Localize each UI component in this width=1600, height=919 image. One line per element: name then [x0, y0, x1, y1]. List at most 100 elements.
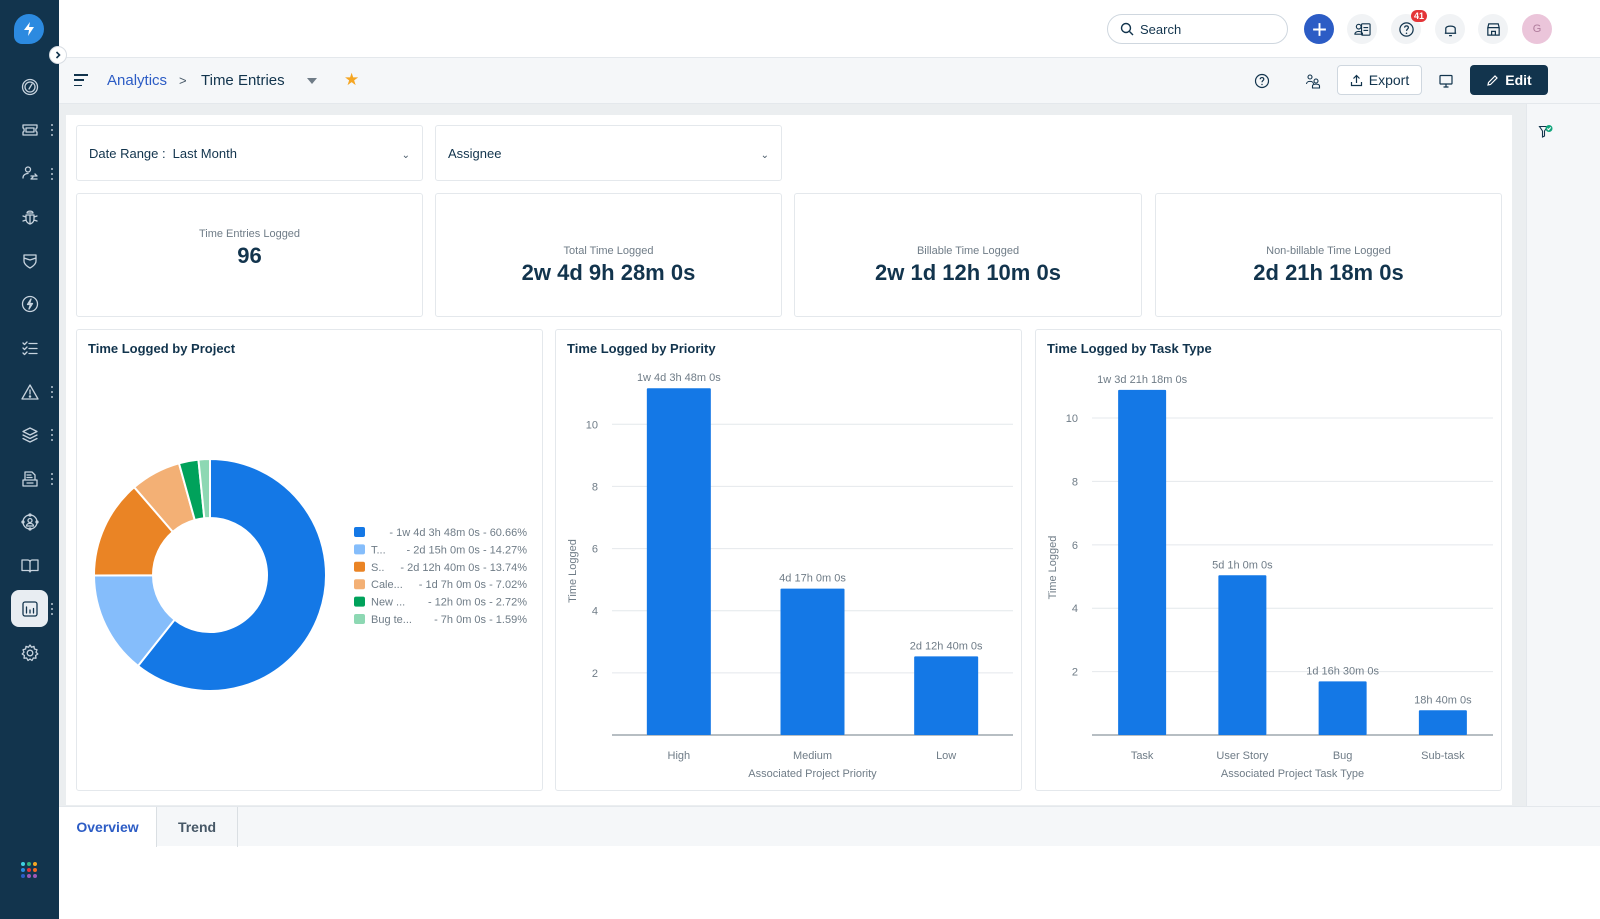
- bar-data-label: 1w 3d 21h 18m 0s: [1097, 374, 1187, 386]
- y-tick-label: 8: [1072, 476, 1078, 488]
- report-help-button[interactable]: [1253, 72, 1271, 90]
- bar[interactable]: [914, 656, 979, 735]
- marketplace-button[interactable]: [1478, 14, 1508, 44]
- sidebar: [0, 0, 59, 919]
- x-tick-label: Medium: [793, 750, 832, 762]
- breadcrumb-analytics-link[interactable]: Analytics: [107, 72, 167, 89]
- presentation-mode-button[interactable]: [1437, 72, 1455, 90]
- sidebar-item-more-icon[interactable]: [50, 603, 54, 615]
- legend-label: Cale...: [371, 579, 403, 591]
- bar[interactable]: [1218, 575, 1267, 735]
- favorite-star-icon[interactable]: ★: [344, 70, 359, 90]
- apps-switcher-icon[interactable]: [21, 862, 37, 878]
- ticket-icon: [21, 123, 38, 136]
- document-icon: [21, 470, 38, 487]
- sidebar-item-alert[interactable]: [11, 373, 48, 410]
- y-tick-label: 10: [1066, 413, 1078, 425]
- bar[interactable]: [646, 388, 711, 735]
- donut-chart: - 1w 4d 3h 48m 0s - 60.66%T... - 2d 15h 0…: [92, 457, 527, 692]
- help-button[interactable]: 41: [1391, 10, 1427, 44]
- filter-check-icon: [1538, 125, 1553, 138]
- bolt-icon: [21, 295, 38, 312]
- sidebar-item-more-icon[interactable]: [50, 473, 54, 485]
- share-button[interactable]: [1304, 72, 1322, 90]
- x-tick-label: User Story: [1216, 750, 1268, 762]
- apps-dot: [21, 874, 25, 878]
- sidebar-item-people[interactable]: [11, 503, 48, 540]
- people-icon: [20, 512, 39, 531]
- sidebar-item-more-icon[interactable]: [50, 168, 54, 180]
- bar[interactable]: [780, 588, 845, 735]
- y-tick-label: 4: [592, 606, 598, 618]
- layers-icon: [21, 426, 38, 443]
- tab-label: Overview: [76, 819, 139, 835]
- bar-chart-task-type: 2 4 6 8 10 1w 3d 21h 18m 0s Task 5d 1h 0m 0s Use…: [1047, 374, 1493, 780]
- date-range-filter[interactable]: Date Range : Last Month ⌄: [76, 125, 423, 181]
- bar-data-label: 2d 12h 40m 0s: [910, 640, 983, 652]
- export-button[interactable]: Export: [1337, 65, 1422, 95]
- sidebar-item-shield[interactable]: [11, 242, 48, 279]
- sidebar-item-more-icon[interactable]: [50, 124, 54, 136]
- bar[interactable]: [1118, 389, 1167, 735]
- bar[interactable]: [1418, 710, 1467, 735]
- kpi-card-time-entries: Time Entries Logged 96: [76, 193, 423, 317]
- legend-swatch: [354, 561, 365, 572]
- sidebar-item-book[interactable]: [11, 547, 48, 584]
- sidebar-item-settings[interactable]: [11, 634, 48, 671]
- search-icon: [1120, 22, 1134, 36]
- app-logo[interactable]: [14, 14, 44, 44]
- contacts-directory-button[interactable]: [1347, 14, 1377, 44]
- export-label: Export: [1368, 72, 1410, 88]
- tab-overview[interactable]: Overview: [59, 807, 157, 847]
- apps-dot: [33, 874, 37, 878]
- sidebar-item-layers[interactable]: [11, 416, 48, 453]
- apps-dot: [21, 862, 25, 866]
- chart-card-by-project: Time Logged by Project - 1w 4d 3h 48m 0s…: [76, 329, 543, 791]
- user-avatar[interactable]: G: [1522, 14, 1552, 44]
- sidebar-item-more-icon[interactable]: [50, 386, 54, 398]
- monitor-icon: [1439, 74, 1453, 88]
- global-search-input[interactable]: Search: [1107, 14, 1288, 44]
- sidebar-item-ticket[interactable]: [11, 111, 48, 148]
- sidebar-item-dashboard[interactable]: [11, 68, 48, 105]
- kpi-value: 2w 1d 12h 10m 0s: [875, 259, 1061, 285]
- y-axis-label: Time Logged: [567, 539, 579, 603]
- legend-label: T...: [371, 544, 386, 556]
- sidebar-expand-button[interactable]: [49, 46, 67, 64]
- sidebar-item-checklist[interactable]: [11, 329, 48, 366]
- edit-button[interactable]: Edit: [1470, 65, 1548, 95]
- menu-toggle-icon[interactable]: [74, 74, 88, 86]
- sidebar-item-document[interactable]: [11, 460, 48, 497]
- legend-swatch: [354, 614, 365, 624]
- bolt-logo-icon: [24, 22, 34, 36]
- legend-swatch: [354, 596, 365, 607]
- new-item-button[interactable]: [1304, 14, 1334, 44]
- report-switcher-caret-icon[interactable]: [307, 78, 317, 84]
- legend-value: - 7h 0m 0s - 1.59%: [434, 614, 527, 626]
- contacts-icon: [21, 165, 38, 180]
- chevron-down-icon: ⌄: [760, 150, 769, 161]
- x-tick-label: High: [668, 750, 691, 762]
- report-tabs: Overview Trend: [59, 806, 1600, 847]
- sidebar-item-analytics[interactable]: [11, 590, 48, 627]
- sidebar-item-contacts[interactable]: [11, 155, 48, 192]
- chart-card-by-task-type: Time Logged by Task Type 2 4 6 8 10 1w 3d 21h…: [1035, 329, 1502, 791]
- apps-dot: [33, 868, 37, 872]
- sidebar-item-bug[interactable]: [11, 198, 48, 235]
- legend-value: - 1w 4d 3h 48m 0s - 60.66%: [389, 527, 527, 539]
- y-tick-label: 2: [1072, 667, 1078, 679]
- tab-trend[interactable]: Trend: [157, 807, 238, 847]
- bar-data-label: 18h 40m 0s: [1414, 694, 1472, 706]
- x-tick-label: Low: [936, 750, 956, 762]
- assignee-filter[interactable]: Assignee ⌄: [435, 125, 782, 181]
- bar[interactable]: [1318, 681, 1367, 735]
- chevron-down-icon: ⌄: [401, 150, 410, 161]
- kpi-value: 96: [237, 242, 262, 268]
- notifications-button[interactable]: [1435, 14, 1465, 44]
- y-tick-label: 4: [1072, 603, 1078, 615]
- sidebar-item-more-icon[interactable]: [50, 429, 54, 441]
- sidebar-item-bolt[interactable]: [11, 285, 48, 322]
- applied-filter-button[interactable]: [1538, 124, 1554, 140]
- store-icon: [1486, 22, 1500, 36]
- tab-label: Trend: [177, 819, 217, 835]
